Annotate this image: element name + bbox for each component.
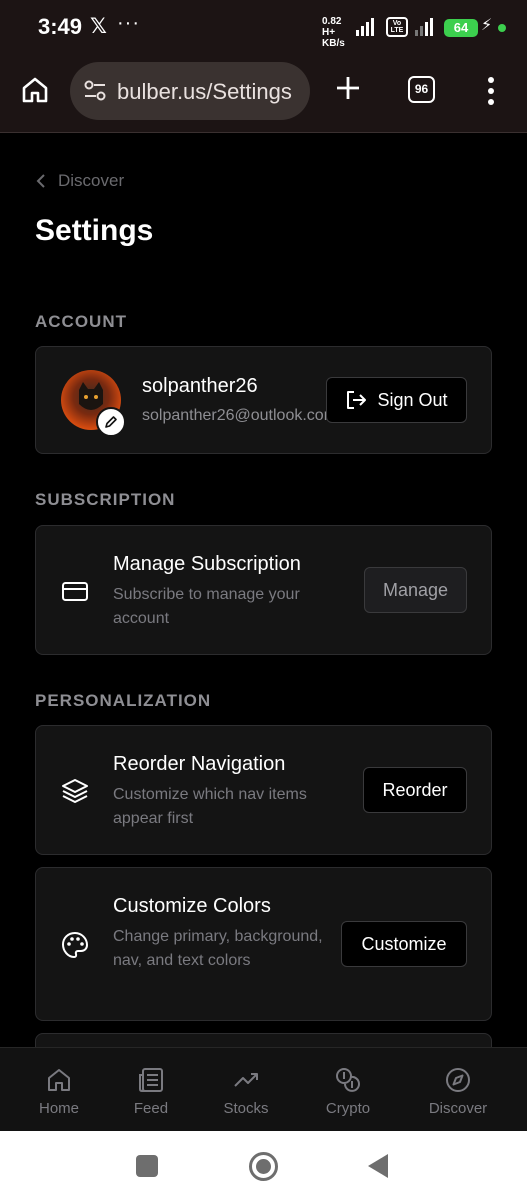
bottom-navigation: Home Feed Stocks Crypto Discover xyxy=(0,1047,527,1131)
nav-label-home: Home xyxy=(38,1100,79,1117)
customize-colors-description: Change primary, background, nav, and tex… xyxy=(113,928,323,969)
site-settings-icon[interactable] xyxy=(83,80,107,102)
status-time: 3:49 xyxy=(38,14,83,39)
section-label-personalization: PERSONALIZATION xyxy=(35,691,212,710)
trending-up-icon xyxy=(234,1073,258,1087)
breadcrumb[interactable]: Discover xyxy=(36,171,124,191)
browser-toolbar: bulber.us/Settings 96 xyxy=(0,56,527,133)
volte-icon: Vo LTE xyxy=(386,17,408,37)
battery-icon: 64 xyxy=(444,19,478,37)
manage-button[interactable]: Manage xyxy=(364,567,467,613)
tab-switcher-button[interactable]: 96 xyxy=(408,76,435,103)
account-email: solpanther26@outlook.com xyxy=(142,407,327,424)
log-out-icon xyxy=(347,391,367,409)
customize-colors-title: Customize Colors xyxy=(113,895,271,917)
palette-icon xyxy=(61,931,89,959)
reorder-button[interactable]: Reorder xyxy=(363,767,467,813)
chevron-left-icon xyxy=(36,174,45,188)
privacy-dot-icon xyxy=(498,24,506,32)
browser-home-icon[interactable] xyxy=(20,75,50,105)
nav-item-discover[interactable]: Discover xyxy=(413,1048,503,1132)
new-tab-icon[interactable] xyxy=(334,74,362,102)
customize-colors-card: Customize Colors Change primary, backgro… xyxy=(35,867,492,1021)
browser-menu-icon[interactable] xyxy=(485,76,497,106)
customize-button[interactable]: Customize xyxy=(341,921,467,967)
reorder-navigation-card: Reorder Navigation Customize which nav i… xyxy=(35,725,492,855)
signal-icon xyxy=(356,18,374,36)
nav-item-home[interactable]: Home xyxy=(14,1048,104,1132)
system-navigation-bar xyxy=(0,1131,527,1200)
x-notification-icon: 𝕏 xyxy=(90,15,107,38)
feed-icon xyxy=(139,1068,163,1092)
nav-label-feed: Feed xyxy=(133,1100,169,1117)
nav-label-discover: Discover xyxy=(428,1100,488,1117)
net-speed-value: 0.82 xyxy=(322,16,342,27)
credit-card-icon xyxy=(62,582,88,601)
recent-apps-button[interactable] xyxy=(136,1155,158,1177)
reorder-description: Customize which nav items appear first xyxy=(113,786,307,827)
signal-2-icon xyxy=(415,18,433,36)
edit-avatar-button[interactable] xyxy=(96,407,126,437)
charging-icon: ⚡ xyxy=(481,17,493,34)
nav-label-stocks: Stocks xyxy=(223,1100,269,1117)
coins-icon xyxy=(336,1068,360,1092)
nav-item-stocks[interactable]: Stocks xyxy=(201,1048,291,1132)
network-speed: 0.82 H+ KB/s xyxy=(322,16,354,49)
sign-out-label: Sign Out xyxy=(377,389,448,410)
sign-out-button[interactable]: Sign Out xyxy=(326,377,467,423)
nav-item-feed[interactable]: Feed xyxy=(106,1048,196,1132)
net-speed-unit: KB/s xyxy=(322,38,345,49)
section-label-account: ACCOUNT xyxy=(35,312,127,331)
status-bar: 3:49 𝕏 ··· 0.82 H+ KB/s Vo LTE 64 ⚡ xyxy=(0,0,527,56)
system-back-button[interactable] xyxy=(368,1154,388,1178)
system-home-button[interactable] xyxy=(249,1152,278,1181)
subscription-description: Subscribe to manage your account xyxy=(113,586,300,627)
account-card: solpanther26 solpanther26@outlook.com Si… xyxy=(35,346,492,454)
account-username: solpanther26 xyxy=(142,375,258,397)
layers-icon xyxy=(62,779,88,803)
net-type: H+ xyxy=(322,27,336,38)
url-text: bulber.us/Settings xyxy=(117,79,292,104)
nav-item-crypto[interactable]: Crypto xyxy=(303,1048,393,1132)
breadcrumb-link[interactable]: Discover xyxy=(58,171,124,191)
section-label-subscription: SUBSCRIPTION xyxy=(35,490,176,509)
address-bar[interactable]: bulber.us/Settings xyxy=(70,62,310,120)
page-title: Settings xyxy=(35,214,154,247)
subscription-title: Manage Subscription xyxy=(113,553,301,575)
nav-label-crypto: Crypto xyxy=(325,1100,371,1117)
subscription-card: Manage Subscription Subscribe to manage … xyxy=(35,525,492,655)
compass-icon xyxy=(446,1068,470,1092)
reorder-title: Reorder Navigation xyxy=(113,753,286,775)
home-icon xyxy=(48,1069,70,1091)
more-notifications-icon: ··· xyxy=(117,12,140,34)
pencil-icon xyxy=(105,416,117,428)
